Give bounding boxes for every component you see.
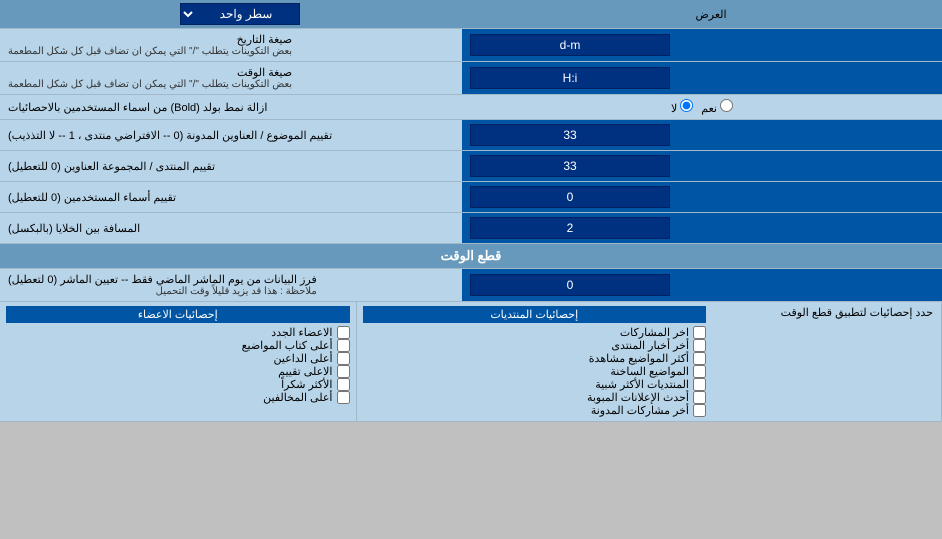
posts-item-0: اخر المشاركات — [363, 326, 707, 339]
date-format-input[interactable] — [470, 34, 670, 56]
members-item-3: الاعلى تقييم — [6, 365, 350, 378]
display-select[interactable]: سطر واحد — [180, 3, 300, 25]
posts-cb-4[interactable] — [693, 378, 706, 391]
cutoff-input-area — [462, 269, 942, 301]
stats-apply-label: حدد إحصائيات لتطبيق قطع الوقت — [712, 302, 942, 421]
topics-order-input-area — [462, 120, 942, 150]
forum-order-row: تقييم المنتدى / المجموعة العناوين (0 للت… — [0, 151, 942, 182]
members-cb-0[interactable] — [337, 326, 350, 339]
cutoff-sublabel: ملاحظة : هذا قد يزيد قليلاً وقت التحميل — [8, 286, 317, 297]
members-label-1: أعلى كتاب المواضيع — [242, 339, 333, 352]
bottom-checkboxes: إحصائيات المنتديات اخر المشاركات أخر أخب… — [0, 302, 712, 421]
bold-no-label: لا — [671, 99, 693, 115]
cell-distance-label: المسافة بين الخلايا (بالبكسل) — [0, 213, 462, 243]
members-label-5: أعلى المخالفين — [263, 391, 332, 404]
bold-remove-row: نعم لا ازالة نمط بولد (Bold) من اسماء ال… — [0, 95, 942, 120]
posts-label-3: المواضيع الساخنة — [610, 365, 689, 378]
users-names-row: تقييم أسماء المستخدمين (0 للتعطيل) — [0, 182, 942, 213]
date-format-title: صيغة التاريخ — [8, 33, 292, 46]
members-label-4: الأكثر شكراً — [281, 378, 332, 391]
topics-order-input[interactable] — [470, 124, 670, 146]
bold-yes-label: نعم — [701, 99, 733, 115]
posts-cb-0[interactable] — [693, 326, 706, 339]
bold-remove-radio-area: نعم لا — [462, 95, 942, 119]
members-item-0: الاعضاء الجدد — [6, 326, 350, 339]
main-container: العرض سطر واحد صيغة التاريخ بعض التكوينا… — [0, 0, 942, 422]
members-item-1: أعلى كتاب المواضيع — [6, 339, 350, 352]
cutoff-section-header: قطع الوقت — [0, 244, 942, 269]
members-label-2: أعلى الداعين — [274, 352, 333, 365]
posts-item-6: أخر مشاركات المدونة — [363, 404, 707, 417]
posts-item-5: أحدث الإعلانات المبوبة — [363, 391, 707, 404]
posts-cb-6[interactable] — [693, 404, 706, 417]
bold-radio-group: نعم لا — [671, 99, 733, 115]
members-item-5: أعلى المخالفين — [6, 391, 350, 404]
posts-col-header: إحصائيات المنتديات — [363, 306, 707, 323]
users-names-input-area — [462, 182, 942, 212]
time-format-input-area — [462, 62, 942, 94]
top-header-row: العرض سطر واحد — [0, 0, 942, 29]
members-cb-4[interactable] — [337, 378, 350, 391]
members-label-3: الاعلى تقييم — [278, 365, 332, 378]
posts-label-0: اخر المشاركات — [620, 326, 689, 339]
time-format-row: صيغة الوقت بعض التكوينات يتطلب "/" التي … — [0, 62, 942, 95]
posts-item-1: أخر أخبار المنتدى — [363, 339, 707, 352]
time-format-sublabel: بعض التكوينات يتطلب "/" التي يمكن ان تضا… — [8, 79, 292, 90]
members-cb-5[interactable] — [337, 391, 350, 404]
header-select-area: سطر واحد — [0, 0, 480, 28]
cutoff-input[interactable] — [470, 274, 670, 296]
header-right-label: العرض — [480, 5, 942, 24]
bold-remove-label: ازالة نمط بولد (Bold) من اسماء المستخدمي… — [0, 95, 462, 119]
forum-order-input-area — [462, 151, 942, 181]
posts-label-1: أخر أخبار المنتدى — [611, 339, 689, 352]
cutoff-label: فرز البيانات من يوم الماشر الماضي فقط --… — [0, 269, 462, 301]
bold-no-radio[interactable] — [680, 99, 693, 112]
posts-item-3: المواضيع الساخنة — [363, 365, 707, 378]
forum-order-label: تقييم المنتدى / المجموعة العناوين (0 للت… — [0, 151, 462, 181]
date-format-row: صيغة التاريخ بعض التكوينات يتطلب "/" الت… — [0, 29, 942, 62]
posts-item-2: أكثر المواضيع مشاهدة — [363, 352, 707, 365]
posts-label-6: أخر مشاركات المدونة — [591, 404, 689, 417]
cutoff-title: فرز البيانات من يوم الماشر الماضي فقط --… — [8, 273, 317, 286]
members-cb-2[interactable] — [337, 352, 350, 365]
members-cb-1[interactable] — [337, 339, 350, 352]
members-col-header: إحصائيات الاعضاء — [6, 306, 350, 323]
users-names-input[interactable] — [470, 186, 670, 208]
cell-distance-input-area — [462, 213, 942, 243]
time-format-title: صيغة الوقت — [8, 66, 292, 79]
cell-distance-row: المسافة بين الخلايا (بالبكسل) — [0, 213, 942, 244]
posts-label-4: المنتديات الأكثر شبية — [595, 378, 689, 391]
topics-order-row: تقييم الموضوع / العناوين المدونة (0 -- ا… — [0, 120, 942, 151]
posts-cb-3[interactable] — [693, 365, 706, 378]
posts-column: إحصائيات المنتديات اخر المشاركات أخر أخب… — [357, 302, 713, 421]
time-format-input[interactable] — [470, 67, 670, 89]
members-item-2: أعلى الداعين — [6, 352, 350, 365]
forum-order-input[interactable] — [470, 155, 670, 177]
users-names-label: تقييم أسماء المستخدمين (0 للتعطيل) — [0, 182, 462, 212]
posts-cb-2[interactable] — [693, 352, 706, 365]
members-item-4: الأكثر شكراً — [6, 378, 350, 391]
members-column: إحصائيات الاعضاء الاعضاء الجدد أعلى كتاب… — [0, 302, 357, 421]
posts-item-4: المنتديات الأكثر شبية — [363, 378, 707, 391]
posts-label-5: أحدث الإعلانات المبوبة — [587, 391, 689, 404]
bottom-section: حدد إحصائيات لتطبيق قطع الوقت إحصائيات ا… — [0, 302, 942, 422]
posts-label-2: أكثر المواضيع مشاهدة — [589, 352, 689, 365]
posts-cb-1[interactable] — [693, 339, 706, 352]
date-format-label: صيغة التاريخ بعض التكوينات يتطلب "/" الت… — [0, 29, 462, 61]
date-format-sublabel: بعض التكوينات يتطلب "/" التي يمكن ان تضا… — [8, 46, 292, 57]
posts-cb-5[interactable] — [693, 391, 706, 404]
members-cb-3[interactable] — [337, 365, 350, 378]
topics-order-label: تقييم الموضوع / العناوين المدونة (0 -- ا… — [0, 120, 462, 150]
cell-distance-input[interactable] — [470, 217, 670, 239]
cutoff-row: فرز البيانات من يوم الماشر الماضي فقط --… — [0, 269, 942, 302]
time-format-label: صيغة الوقت بعض التكوينات يتطلب "/" التي … — [0, 62, 462, 94]
date-format-input-area — [462, 29, 942, 61]
bold-yes-radio[interactable] — [720, 99, 733, 112]
members-label-0: الاعضاء الجدد — [271, 326, 332, 339]
